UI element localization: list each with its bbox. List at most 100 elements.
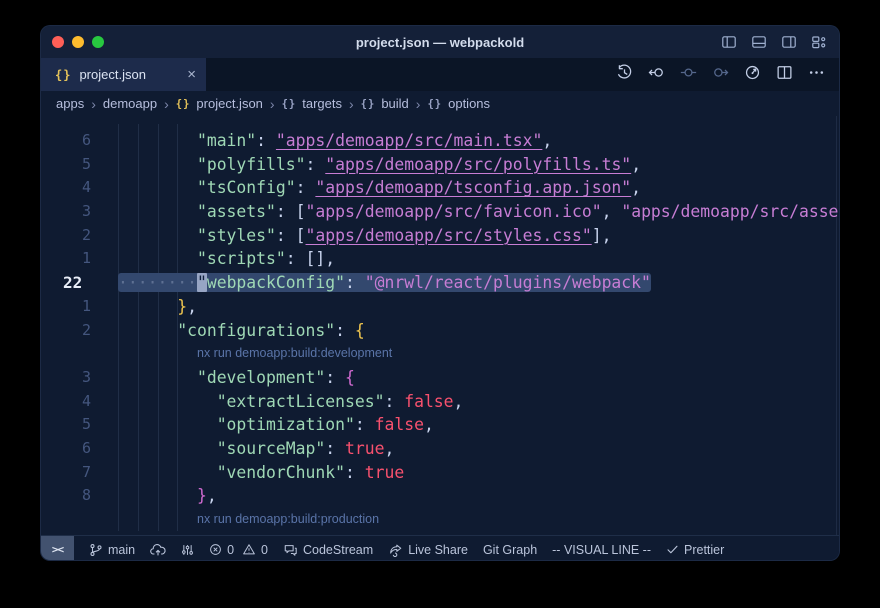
live-share-button[interactable]: Live Share <box>388 543 468 557</box>
breadcrumb-item-build[interactable]: {}build <box>361 96 409 111</box>
code-token: [] <box>306 249 326 268</box>
code-line: 6 "main": "apps/demoapp/src/main.tsx", <box>41 129 839 153</box>
code-token: : <box>325 439 345 458</box>
code-token: ········ <box>118 273 197 292</box>
code-token: false <box>404 392 453 411</box>
code-token: true <box>365 463 404 482</box>
code-token: [ <box>296 226 306 245</box>
minimize-window-button[interactable] <box>72 36 84 48</box>
navigate-back-icon[interactable] <box>648 64 665 86</box>
selection-highlight: ········"webpackConfig": "@nrwl/react/pl… <box>118 273 651 292</box>
code-token: "development" <box>197 368 325 387</box>
git-graph-button[interactable]: Git Graph <box>483 543 537 557</box>
code-line: 3 "assets": ["apps/demoapp/src/favicon.i… <box>41 200 839 224</box>
branch-icon <box>89 543 103 557</box>
customize-layout-icon[interactable] <box>811 34 827 50</box>
code-token: [ <box>296 202 306 221</box>
remote-indicator[interactable]: >< <box>41 536 74 561</box>
code-token <box>118 486 197 505</box>
branch-indicator[interactable]: main <box>89 543 135 557</box>
code-token: : <box>296 178 316 197</box>
code-token: : <box>345 463 365 482</box>
codelens-run-command[interactable]: nx run demoapp:build:development <box>197 342 392 366</box>
breadcrumb-item-targets[interactable]: {} targets <box>282 96 342 111</box>
code-token: "sourceMap" <box>217 439 326 458</box>
code-token <box>118 368 197 387</box>
code-token: "@nrwl/react/plugins/webpack" <box>365 273 651 292</box>
navigate-position-icon[interactable] <box>680 64 697 86</box>
timeline-history-icon[interactable] <box>616 64 633 86</box>
code-text: "scripts": [], <box>118 247 335 271</box>
code-token: } <box>197 486 207 505</box>
status-label: Live Share <box>408 543 468 557</box>
code-line: 3 "development": { <box>41 366 839 390</box>
status-label: 0 <box>261 543 268 557</box>
breadcrumb-item-apps[interactable]: apps <box>56 96 84 111</box>
breadcrumb: apps›demoapp›{}project.json›{}targets›{}… <box>41 91 839 116</box>
traffic-lights <box>52 36 104 48</box>
code-token: : <box>315 534 335 535</box>
code-token <box>118 439 217 458</box>
warning-icon <box>242 543 256 556</box>
toggle-secondary-sidebar-icon[interactable] <box>781 34 797 50</box>
code-text: ········"webpackConfig": "@nrwl/react/pl… <box>118 271 651 295</box>
code-token: , <box>207 486 217 505</box>
code-token: "polyfills" <box>197 155 306 174</box>
breadcrumb-item-project-json[interactable]: {}project.json <box>176 96 263 111</box>
code-token: "extractLicenses" <box>217 392 385 411</box>
code-editor[interactable]: 6 "main": "apps/demoapp/src/main.tsx", 5 … <box>41 116 839 535</box>
code-token: : <box>325 368 345 387</box>
close-window-button[interactable] <box>52 36 64 48</box>
toggle-sidebar-icon[interactable] <box>721 34 737 50</box>
prettier-indicator[interactable]: Prettier <box>666 543 724 557</box>
code-token: { <box>335 534 345 535</box>
status-label: -- VISUAL LINE -- <box>552 543 651 557</box>
codelens-run-command[interactable]: nx run demoapp:build:production <box>197 508 379 532</box>
line-number: 3 <box>53 200 91 224</box>
more-actions-icon[interactable] <box>808 64 825 86</box>
breadcrumb-label: options <box>448 96 490 111</box>
breadcrumb-item-demoapp[interactable]: demoapp <box>103 96 157 111</box>
line-number: 7 <box>53 461 91 485</box>
code-token: , <box>384 439 394 458</box>
breadcrumb-label: demoapp <box>103 96 157 111</box>
toggle-panel-icon[interactable] <box>751 34 767 50</box>
breadcrumb-label: targets <box>302 96 342 111</box>
split-editor-icon[interactable] <box>776 64 793 86</box>
breadcrumb-item-options[interactable]: {}options <box>427 96 490 111</box>
title-bar[interactable]: project.json — webpackold <box>41 26 839 58</box>
code-token: , <box>602 226 612 245</box>
graph-button[interactable] <box>181 543 194 557</box>
code-token: , <box>325 249 335 268</box>
status-label: 0 <box>227 543 234 557</box>
zoom-window-button[interactable] <box>92 36 104 48</box>
code-token <box>118 155 197 174</box>
tab-project-json[interactable]: {} project.json × <box>41 58 206 91</box>
code-token <box>118 463 217 482</box>
line-number: 8 <box>53 484 91 508</box>
run-build-icon[interactable] <box>744 64 761 86</box>
codelens-line: nx run demoapp:build:production <box>41 508 839 532</box>
json-symbol-icon: {} <box>282 98 297 110</box>
code-text: "development": { <box>118 366 355 390</box>
check-icon <box>666 543 679 556</box>
code-line: 5 "optimization": false, <box>41 413 839 437</box>
breadcrumb-separator: › <box>349 96 354 112</box>
breadcrumb-label: build <box>381 96 408 111</box>
titlebar-actions <box>721 26 827 58</box>
errors-indicator[interactable]: 0 <box>209 543 234 557</box>
navigate-forward-icon[interactable] <box>712 64 729 86</box>
vim-mode-indicator[interactable]: -- VISUAL LINE -- <box>552 543 651 557</box>
warnings-indicator[interactable]: 0 <box>242 543 268 557</box>
code-token: : <box>355 415 375 434</box>
line-number: 5 <box>53 153 91 177</box>
codestream-button[interactable]: CodeStream <box>283 543 373 557</box>
breadcrumb-separator: › <box>164 96 169 112</box>
cloud-upload-icon <box>150 543 166 557</box>
close-tab-icon[interactable]: × <box>187 67 196 82</box>
code-token: false <box>375 415 424 434</box>
sync-button[interactable] <box>150 543 166 557</box>
json-file-icon: {} <box>55 68 71 82</box>
code-line: 7 "vendorChunk": true <box>41 461 839 485</box>
tab-bar: {} project.json × <box>41 58 839 91</box>
